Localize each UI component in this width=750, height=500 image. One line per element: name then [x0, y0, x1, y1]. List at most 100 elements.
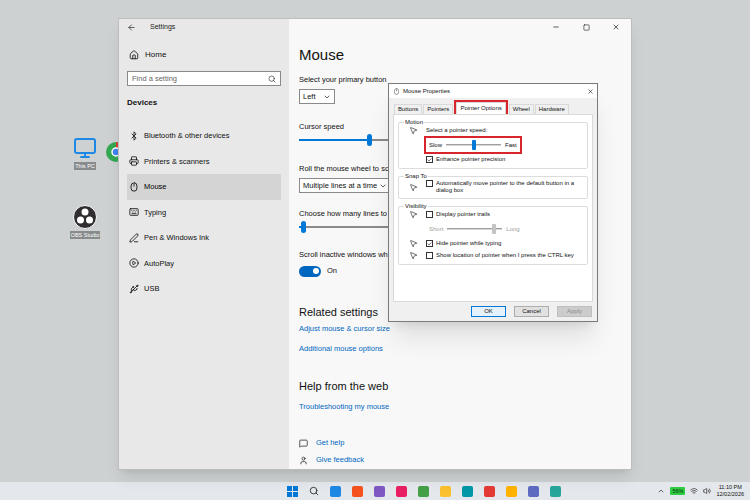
taskbar-app-icon[interactable] — [462, 486, 473, 497]
title-bar: Settings — [127, 19, 281, 35]
dropdown-value: Left — [303, 91, 316, 102]
nav-item[interactable]: Typing — [127, 200, 281, 226]
option-row: Enhance pointer precision — [402, 155, 584, 164]
slider-thumb[interactable] — [367, 134, 372, 146]
checkbox-option[interactable]: Enhance pointer precision — [426, 156, 584, 163]
search-icon[interactable] — [309, 486, 319, 496]
nav-item-icon — [129, 156, 139, 166]
checkbox[interactable] — [426, 180, 433, 187]
maximize-icon — [583, 24, 590, 31]
slider-fill — [299, 139, 369, 141]
slider-thumb[interactable] — [492, 224, 496, 234]
checkbox-option[interactable]: Display pointer trails — [426, 211, 584, 218]
option-row: SlowFast — [402, 138, 584, 152]
option-row: Automatically move pointer to the defaul… — [402, 180, 584, 194]
slider-min-label: Short — [429, 225, 443, 234]
nav-item-icon — [129, 233, 139, 243]
checkbox-label: Automatically move pointer to the defaul… — [436, 180, 584, 194]
taskbar-apps — [330, 486, 561, 497]
nav-item[interactable]: Bluetooth & other devices — [127, 123, 281, 149]
tab[interactable]: Hardware — [535, 104, 569, 114]
section-heading: Help from the web — [299, 379, 631, 393]
nav-item[interactable]: Printers & scanners — [127, 149, 281, 175]
desktop: This PC OBS Studio Settings Home Find a sett… — [0, 0, 750, 482]
option-row: Hide pointer while typing — [402, 239, 584, 248]
group-box: Snap ToAutomatically move pointer to the… — [398, 173, 588, 199]
checkbox-label: Enhance pointer precision — [436, 156, 505, 163]
checkbox[interactable] — [426, 211, 433, 218]
dialog-button[interactable]: Cancel — [514, 306, 549, 317]
help-link[interactable]: Troubleshooting my mouse — [299, 402, 631, 412]
group-title: Motion — [404, 119, 424, 126]
search-box[interactable]: Find a setting — [127, 71, 281, 86]
nav-item-icon — [129, 207, 139, 217]
nav-list: Bluetooth & other devicesPrinters & scan… — [127, 123, 281, 302]
group-box: MotionSelect a pointer speed:SlowFastEnh… — [398, 119, 588, 169]
checkbox[interactable] — [426, 156, 433, 163]
footer-link[interactable]: Get help — [299, 437, 631, 449]
dialog-button[interactable]: Apply — [557, 306, 592, 317]
related-link[interactable]: Additional mouse options — [299, 344, 631, 354]
slider-thumb[interactable] — [472, 140, 476, 150]
pointer-slider[interactable]: SlowFast — [426, 138, 520, 152]
desktop-icon[interactable]: This PC — [62, 136, 108, 170]
toggle-switch[interactable] — [299, 266, 321, 277]
nav-item[interactable]: AutoPlay — [127, 251, 281, 277]
checkbox-label: Show location of pointer when I press th… — [436, 252, 574, 259]
speaker-icon[interactable] — [703, 487, 711, 495]
chevron-down-icon — [379, 182, 387, 190]
check-icon — [427, 241, 432, 247]
battery-indicator[interactable]: 56% — [670, 487, 685, 495]
maximize-button[interactable] — [571, 19, 601, 35]
taskbar-app-icon[interactable] — [440, 486, 451, 497]
primary-button-dropdown[interactable]: Left — [299, 89, 335, 104]
taskbar-app-icon[interactable] — [550, 486, 561, 497]
desktop-icon[interactable]: OBS Studio — [60, 205, 110, 239]
nav-item[interactable]: Pen & Windows Ink — [127, 225, 281, 251]
wheel-dropdown[interactable]: Multiple lines at a time — [299, 178, 389, 193]
checkbox-option[interactable]: Hide pointer while typing — [426, 240, 584, 247]
option-row: Display pointer trails — [402, 210, 584, 219]
dialog-button[interactable]: OK — [471, 306, 506, 317]
tab[interactable]: Buttons — [394, 104, 422, 114]
close-icon[interactable] — [587, 88, 594, 95]
tab-strip: ButtonsPointersPointer Options WheelHardw… — [389, 102, 597, 114]
nav-item-icon — [129, 182, 139, 192]
footer-link[interactable]: Give feedback — [299, 454, 631, 466]
wifi-icon[interactable] — [690, 487, 698, 495]
tab[interactable]: Pointers — [423, 104, 453, 114]
taskbar-app-icon[interactable] — [484, 486, 495, 497]
minimize-button[interactable] — [541, 19, 571, 35]
taskbar-app-icon[interactable] — [330, 486, 341, 497]
chevron-up-icon[interactable] — [657, 487, 665, 495]
back-arrow-icon[interactable] — [127, 23, 136, 32]
mouse-properties-dialog[interactable]: Mouse PropertiesButtonsPointersPointer O… — [388, 83, 598, 322]
taskbar-app-icon[interactable] — [418, 486, 429, 497]
slider-thumb[interactable] — [301, 221, 306, 233]
minimize-icon — [552, 23, 560, 31]
related-link[interactable]: Adjust mouse & cursor size — [299, 324, 631, 334]
pointer-icon — [409, 183, 418, 192]
nav-item[interactable]: USB — [127, 276, 281, 302]
taskbar-app-icon[interactable] — [374, 486, 385, 497]
nav-item[interactable]: Mouse — [127, 174, 281, 200]
pointer-slider[interactable]: ShortLong — [426, 222, 523, 236]
dropdown-value: Multiple lines at a time — [303, 180, 377, 191]
taskbar-app-icon[interactable] — [506, 486, 517, 497]
clock[interactable]: 11:10 PM12/02/2026 — [716, 484, 744, 498]
checkbox[interactable] — [426, 240, 433, 247]
taskbar-app-icon[interactable] — [528, 486, 539, 497]
taskbar: 56% 11:10 PM12/02/2026 — [0, 482, 750, 500]
checkbox-option[interactable]: Show location of pointer when I press th… — [426, 252, 584, 259]
tab[interactable]: Pointer Options — [456, 102, 505, 114]
search-placeholder: Find a setting — [132, 73, 177, 84]
home-link[interactable]: Home — [127, 47, 281, 63]
tab[interactable]: Wheel — [509, 104, 534, 114]
taskbar-app-icon[interactable] — [396, 486, 407, 497]
checkbox-option[interactable]: Automatically move pointer to the defaul… — [426, 180, 584, 194]
checkbox[interactable] — [426, 252, 433, 259]
close-button[interactable] — [601, 19, 631, 35]
windows-logo-icon[interactable] — [287, 486, 298, 497]
taskbar-app-icon[interactable] — [352, 486, 363, 497]
tab-panel: MotionSelect a pointer speed:SlowFastEnh… — [393, 114, 593, 302]
